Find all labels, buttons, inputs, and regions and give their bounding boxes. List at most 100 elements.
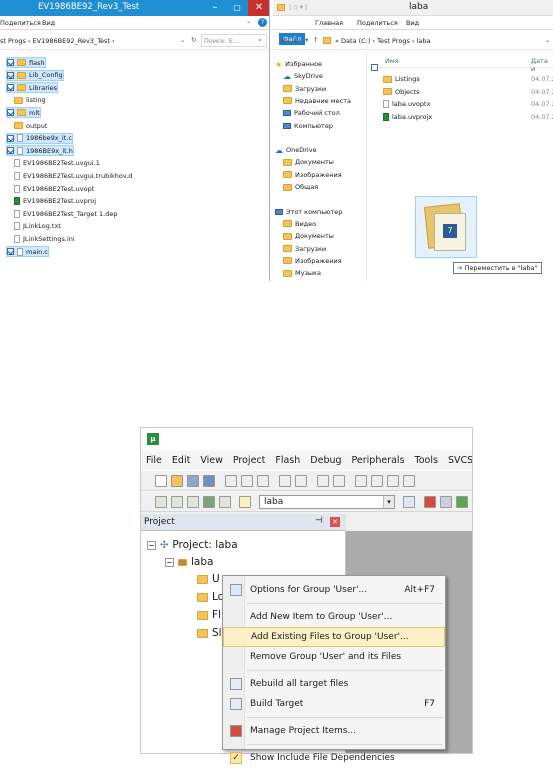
- context-menu-item[interactable]: Manage Project Items...: [223, 721, 445, 741]
- menu-project[interactable]: Project: [228, 455, 271, 466]
- list-item[interactable]: 1986BE9x_it.h: [6, 145, 74, 157]
- left-breadcrumb[interactable]: st Progs › EV1986BE92_Rev3_Test ›: [0, 37, 115, 45]
- nav-item[interactable]: Загрузки: [283, 243, 326, 255]
- menu-peripherals[interactable]: Peripherals: [347, 455, 410, 466]
- next-bookmark-icon[interactable]: [387, 475, 399, 487]
- prev-bookmark-icon[interactable]: [371, 475, 383, 487]
- rebuild-icon[interactable]: [187, 496, 199, 508]
- close-panel-icon[interactable]: ✕: [330, 517, 340, 527]
- context-menu-item[interactable]: ✓ Show Include File Dependencies: [223, 748, 445, 768]
- collapse-icon[interactable]: −: [147, 540, 156, 550]
- tree-group[interactable]: Fl: [197, 607, 221, 623]
- manage-items-icon[interactable]: [424, 496, 436, 508]
- nav-item[interactable]: Недавние места: [283, 95, 351, 107]
- menu-file[interactable]: File: [141, 455, 167, 466]
- item-checkbox[interactable]: [7, 84, 14, 92]
- item-checkbox[interactable]: [7, 134, 14, 142]
- ribbon-share-tab[interactable]: Поделиться: [357, 19, 398, 27]
- item-checkbox[interactable]: [7, 59, 14, 66]
- forward-icon[interactable]: ⊕: [293, 36, 298, 44]
- ribbon-home-tab[interactable]: Главная: [315, 19, 343, 27]
- help-icon[interactable]: ?: [258, 18, 267, 27]
- select-all-checkbox[interactable]: [371, 64, 378, 71]
- address-dropdown-icon[interactable]: ⌄: [545, 36, 550, 44]
- minimize-icon[interactable]: –: [204, 0, 226, 16]
- name-column-header[interactable]: Имя: [385, 57, 399, 65]
- file-row[interactable]: laba.uvoptx 04.07.2: [383, 98, 553, 110]
- address-dropdown-icon[interactable]: ⌄: [180, 36, 185, 44]
- target-select[interactable]: laba ▾: [259, 495, 395, 509]
- context-menu-item[interactable]: Add Existing Files to Group 'User'...: [223, 627, 445, 647]
- stop-build-icon[interactable]: [219, 496, 231, 508]
- pin-icon[interactable]: ⊣: [315, 516, 323, 526]
- nav-item[interactable]: Документы: [283, 230, 334, 242]
- copy-icon[interactable]: [241, 475, 253, 487]
- date-column-header[interactable]: Дата и: [531, 57, 553, 73]
- file-row[interactable]: Objects 04.07.2: [383, 86, 553, 98]
- nav-item[interactable]: Компьютер: [283, 120, 333, 132]
- list-item[interactable]: main.c: [6, 246, 49, 257]
- nav-item[interactable]: Документы: [283, 156, 334, 168]
- clear-bookmarks-icon[interactable]: [403, 475, 415, 487]
- list-item[interactable]: EV1986BE2Test.uvopt: [14, 183, 94, 194]
- menu-edit[interactable]: Edit: [167, 455, 195, 466]
- build-icon[interactable]: [171, 496, 183, 508]
- quick-access-toolbar[interactable]: | ▫ ▾ |: [289, 3, 307, 11]
- list-item[interactable]: listing: [14, 95, 46, 106]
- chevron-down-icon[interactable]: ▾: [383, 496, 394, 508]
- refresh-icon[interactable]: ↻: [191, 36, 196, 44]
- nav-item[interactable]: Изображения: [283, 255, 342, 267]
- context-menu-item[interactable]: Build Target F7: [223, 694, 445, 714]
- up-arrow-icon[interactable]: ↑: [313, 36, 318, 44]
- back-icon[interactable]: ⊖: [281, 36, 286, 44]
- item-checkbox[interactable]: [7, 109, 14, 117]
- nav-item[interactable]: Изображения: [283, 169, 342, 181]
- context-menu-item[interactable]: Rebuild all target files: [223, 674, 445, 694]
- undo-icon[interactable]: [279, 475, 291, 487]
- nav-item[interactable]: Общая: [283, 181, 318, 193]
- nav-back-icon[interactable]: [317, 475, 329, 487]
- file-row[interactable]: Listings 04.07.2: [383, 73, 553, 85]
- select-packs-icon[interactable]: [440, 496, 452, 508]
- batch-build-icon[interactable]: [203, 496, 215, 508]
- save-icon[interactable]: [187, 475, 199, 487]
- open-folder-icon[interactable]: [171, 475, 183, 487]
- nav-item[interactable]: ★ Избранное: [275, 58, 322, 70]
- right-address-bar[interactable]: ⊖ ⊕ ▾ ↑ « Data (C:) › Test Progs › laba …: [273, 33, 553, 50]
- menu-debug[interactable]: Debug: [305, 455, 346, 466]
- recent-dropdown-icon[interactable]: ▾: [305, 36, 308, 44]
- nav-item[interactable]: ☁ OneDrive: [275, 144, 317, 156]
- left-address-bar[interactable]: st Progs › EV1986BE92_Rev3_Test › ⌄ ↻ По…: [0, 33, 269, 50]
- nav-item[interactable]: Рабочий стол: [283, 107, 340, 119]
- file-row[interactable]: laba.uvprojx 04.07.2: [383, 111, 553, 123]
- menu-view[interactable]: View: [195, 455, 228, 466]
- tree-root[interactable]: − ✣ Project: laba: [147, 537, 238, 553]
- right-breadcrumb[interactable]: « Data (C:) › Test Progs › laba: [335, 37, 430, 45]
- nav-item[interactable]: Загрузки: [283, 83, 326, 95]
- menu-svcs[interactable]: SVCS: [443, 455, 472, 466]
- paste-icon[interactable]: [257, 475, 269, 487]
- list-item[interactable]: EV1986BE2Test.uvgui.trubikhov.d: [14, 170, 132, 181]
- menu-tools[interactable]: Tools: [410, 455, 443, 466]
- cut-icon[interactable]: [225, 475, 237, 487]
- list-item[interactable]: EV1986BE2Test_Target 1.dep: [14, 208, 117, 219]
- tree-group[interactable]: Lo: [197, 589, 224, 605]
- item-checkbox[interactable]: [7, 71, 14, 79]
- menu-flash[interactable]: Flash: [270, 455, 305, 466]
- list-item[interactable]: Libraries: [6, 82, 59, 94]
- nav-forward-icon[interactable]: [333, 475, 345, 487]
- maximize-icon[interactable]: ▢: [226, 0, 248, 16]
- list-item[interactable]: EV1986BE2Test.uvproj: [14, 196, 96, 207]
- item-checkbox[interactable]: [7, 248, 14, 255]
- tree-target[interactable]: − laba: [165, 554, 213, 570]
- list-item[interactable]: 1986be9x_it.c: [6, 132, 73, 144]
- list-item[interactable]: output: [14, 120, 47, 131]
- nav-item[interactable]: Музыка: [283, 267, 321, 279]
- close-icon[interactable]: ✕: [248, 0, 269, 16]
- collapse-icon[interactable]: −: [165, 557, 174, 567]
- nav-item[interactable]: ☁ SkyDrive: [283, 70, 323, 82]
- tree-group[interactable]: Sl: [197, 625, 222, 641]
- bookmark-icon[interactable]: [355, 475, 367, 487]
- list-item[interactable]: JLinkSettings.ini: [14, 233, 75, 244]
- ribbon-share-tab[interactable]: Поделиться: [0, 19, 41, 27]
